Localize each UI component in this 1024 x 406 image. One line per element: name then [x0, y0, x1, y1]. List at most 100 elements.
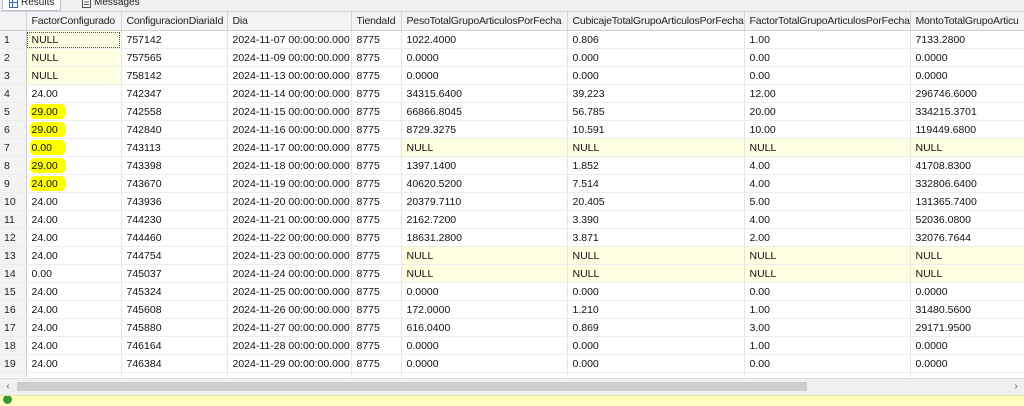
grid-cell[interactable]: 0.0000	[401, 282, 568, 301]
grid-cell[interactable]: 744460	[121, 228, 228, 247]
grid-cell[interactable]: 2024-11-13 00:00:00.000	[227, 66, 352, 85]
grid-cell[interactable]: NULL	[910, 264, 1024, 283]
grid-cell[interactable]: 1.00	[744, 336, 911, 355]
grid-cell[interactable]: 24.00	[26, 84, 122, 103]
row-number-cell[interactable]: 15	[0, 282, 27, 301]
row-number-cell[interactable]: 19	[0, 354, 27, 373]
grid-cell[interactable]: 8775	[351, 372, 402, 377]
grid-cell[interactable]: 40620.5200	[401, 174, 568, 193]
grid-cell[interactable]: 3.390	[567, 210, 745, 229]
grid-cell[interactable]: 2162.7200	[401, 210, 568, 229]
grid-cell[interactable]: 12.00	[744, 84, 911, 103]
grid-cell[interactable]: NULL	[401, 264, 568, 283]
table-row[interactable]: 19 24.00 746384 2024-11-29 00:00:00.000 8775…	[0, 354, 1024, 373]
grid-cell[interactable]: 0.000	[567, 372, 745, 377]
table-row[interactable]: 2 NULL 757565 2024-11-09 00:00:00.000 8775 0.…	[0, 48, 1024, 67]
grid-cell[interactable]: 2024-11-16 00:00:00.000	[227, 120, 352, 139]
grid-cell[interactable]: 332806.6400	[910, 174, 1024, 193]
table-row[interactable]: 13 24.00 744754 2024-11-23 00:00:00.000 8775…	[0, 246, 1024, 265]
grid-cell[interactable]: 8775	[351, 228, 402, 247]
grid-cell[interactable]: 744230	[121, 210, 228, 229]
grid-cell[interactable]: 29171.9500	[910, 318, 1024, 337]
grid-cell[interactable]: 8775	[351, 84, 402, 103]
row-number-cell[interactable]: 14	[0, 264, 27, 283]
grid-cell[interactable]: 1.00	[744, 30, 911, 49]
table-row[interactable]: 18 24.00 746164 2024-11-28 00:00:00.000 8775…	[0, 336, 1024, 355]
grid-cell[interactable]: 0.00	[744, 48, 911, 67]
row-number-cell[interactable]: 7	[0, 138, 27, 157]
grid-cell[interactable]: 24.00	[26, 318, 122, 337]
grid-cell[interactable]: 0.0000	[401, 48, 568, 67]
table-row[interactable]: 6 29.00 742840 2024-11-16 00:00:00.000 8775 8…	[0, 120, 1024, 139]
tab-messages[interactable]: Messages	[82, 0, 140, 10]
table-row[interactable]: 10 24.00 743936 2024-11-20 00:00:00.000 8775…	[0, 192, 1024, 211]
grid-cell[interactable]: 0.0000	[401, 354, 568, 373]
grid-cell[interactable]: 3.871	[567, 228, 745, 247]
grid-cell[interactable]: 7133.2800	[910, 30, 1024, 49]
grid-cell[interactable]: NULL	[567, 138, 745, 157]
grid-cell[interactable]: 8775	[351, 300, 402, 319]
grid-cell[interactable]: 2024-11-14 00:00:00.000	[227, 84, 352, 103]
grid-cell[interactable]: 4.00	[744, 156, 911, 175]
column-header[interactable]: MontoTotalGrupoArticu	[910, 12, 1024, 31]
grid-cell[interactable]: 18631.2800	[401, 228, 568, 247]
table-row[interactable]: 14 0.00 745037 2024-11-24 00:00:00.000 8775 N…	[0, 264, 1024, 283]
grid-cell[interactable]: 745880	[121, 318, 228, 337]
grid-cell[interactable]: 334215.3701	[910, 102, 1024, 121]
row-number-cell[interactable]: 11	[0, 210, 27, 229]
grid-cell[interactable]: NULL	[910, 246, 1024, 265]
grid-cell[interactable]: NULL	[567, 246, 745, 265]
grid-cell[interactable]: 0.00	[744, 372, 911, 377]
grid-cell[interactable]: 24.00	[26, 246, 122, 265]
grid-cell[interactable]: 0.0000	[401, 66, 568, 85]
grid-cell[interactable]: 34315.6400	[401, 84, 568, 103]
grid-cell[interactable]: 24.00	[26, 210, 122, 229]
grid-cell[interactable]: 744754	[121, 246, 228, 265]
grid-cell[interactable]: 56.785	[567, 102, 745, 121]
grid-cell[interactable]: 746384	[121, 354, 228, 373]
grid-cell[interactable]: 0.0000	[910, 372, 1024, 377]
grid-cell[interactable]: 2024-11-19 00:00:00.000	[227, 174, 352, 193]
column-header[interactable]: CubicajeTotalGrupoArticulosPorFecha	[567, 12, 745, 31]
grid-cell[interactable]: 743670	[121, 174, 228, 193]
grid-cell[interactable]: 24.00	[26, 192, 122, 211]
grid-cell[interactable]: 2024-11-15 00:00:00.000	[227, 102, 352, 121]
grid-cell[interactable]: 8775	[351, 282, 402, 301]
grid-cell[interactable]: 24.00	[26, 372, 122, 377]
grid-cell[interactable]: 8775	[351, 336, 402, 355]
grid-cell[interactable]: 8775	[351, 138, 402, 157]
grid-cell[interactable]: 2024-11-21 00:00:00.000	[227, 210, 352, 229]
grid-cell[interactable]: 39.223	[567, 84, 745, 103]
grid-cell[interactable]: 743113	[121, 138, 228, 157]
grid-cell[interactable]: 0.0000	[401, 336, 568, 355]
grid-cell[interactable]: 31480.5600	[910, 300, 1024, 319]
column-header[interactable]: Dia	[227, 12, 352, 31]
grid-cell[interactable]: 29.00	[26, 120, 122, 139]
grid-cell[interactable]: NULL	[401, 246, 568, 265]
row-number-cell[interactable]: 4	[0, 84, 27, 103]
grid-cell[interactable]: 1.852	[567, 156, 745, 175]
column-header[interactable]: FactorConfigurado	[26, 12, 122, 31]
grid-cell[interactable]: NULL	[26, 66, 122, 85]
grid-cell[interactable]: 32076.7644	[910, 228, 1024, 247]
grid-cell[interactable]: 20379.7110	[401, 192, 568, 211]
grid-cell[interactable]: 8775	[351, 246, 402, 265]
grid-cell[interactable]: 8775	[351, 30, 402, 49]
row-number-cell[interactable]: 1	[0, 30, 27, 49]
row-number-cell[interactable]: 6	[0, 120, 27, 139]
grid-cell[interactable]: 0.0000	[910, 66, 1024, 85]
scrollbar-thumb[interactable]	[17, 382, 807, 391]
grid-cell[interactable]: 742347	[121, 84, 228, 103]
grid-cell[interactable]: 5.00	[744, 192, 911, 211]
grid-cell[interactable]: 616.0400	[401, 318, 568, 337]
column-header[interactable]: TiendaId	[351, 12, 402, 31]
grid-cell[interactable]: 2024-11-17 00:00:00.000	[227, 138, 352, 157]
grid-cell[interactable]: 2024-11-26 00:00:00.000	[227, 300, 352, 319]
grid-cell[interactable]: 0.000	[567, 48, 745, 67]
row-number-cell[interactable]: 8	[0, 156, 27, 175]
grid-cell[interactable]: NULL	[26, 48, 122, 67]
table-row[interactable]: 1 NULL 757142 2024-11-07 00:00:00.000 8775 10…	[0, 30, 1024, 49]
grid-cell[interactable]: 2024-11-25 00:00:00.000	[227, 282, 352, 301]
table-row[interactable]: 17 24.00 745880 2024-11-27 00:00:00.000 8775…	[0, 318, 1024, 337]
grid-cell[interactable]: 4.00	[744, 210, 911, 229]
